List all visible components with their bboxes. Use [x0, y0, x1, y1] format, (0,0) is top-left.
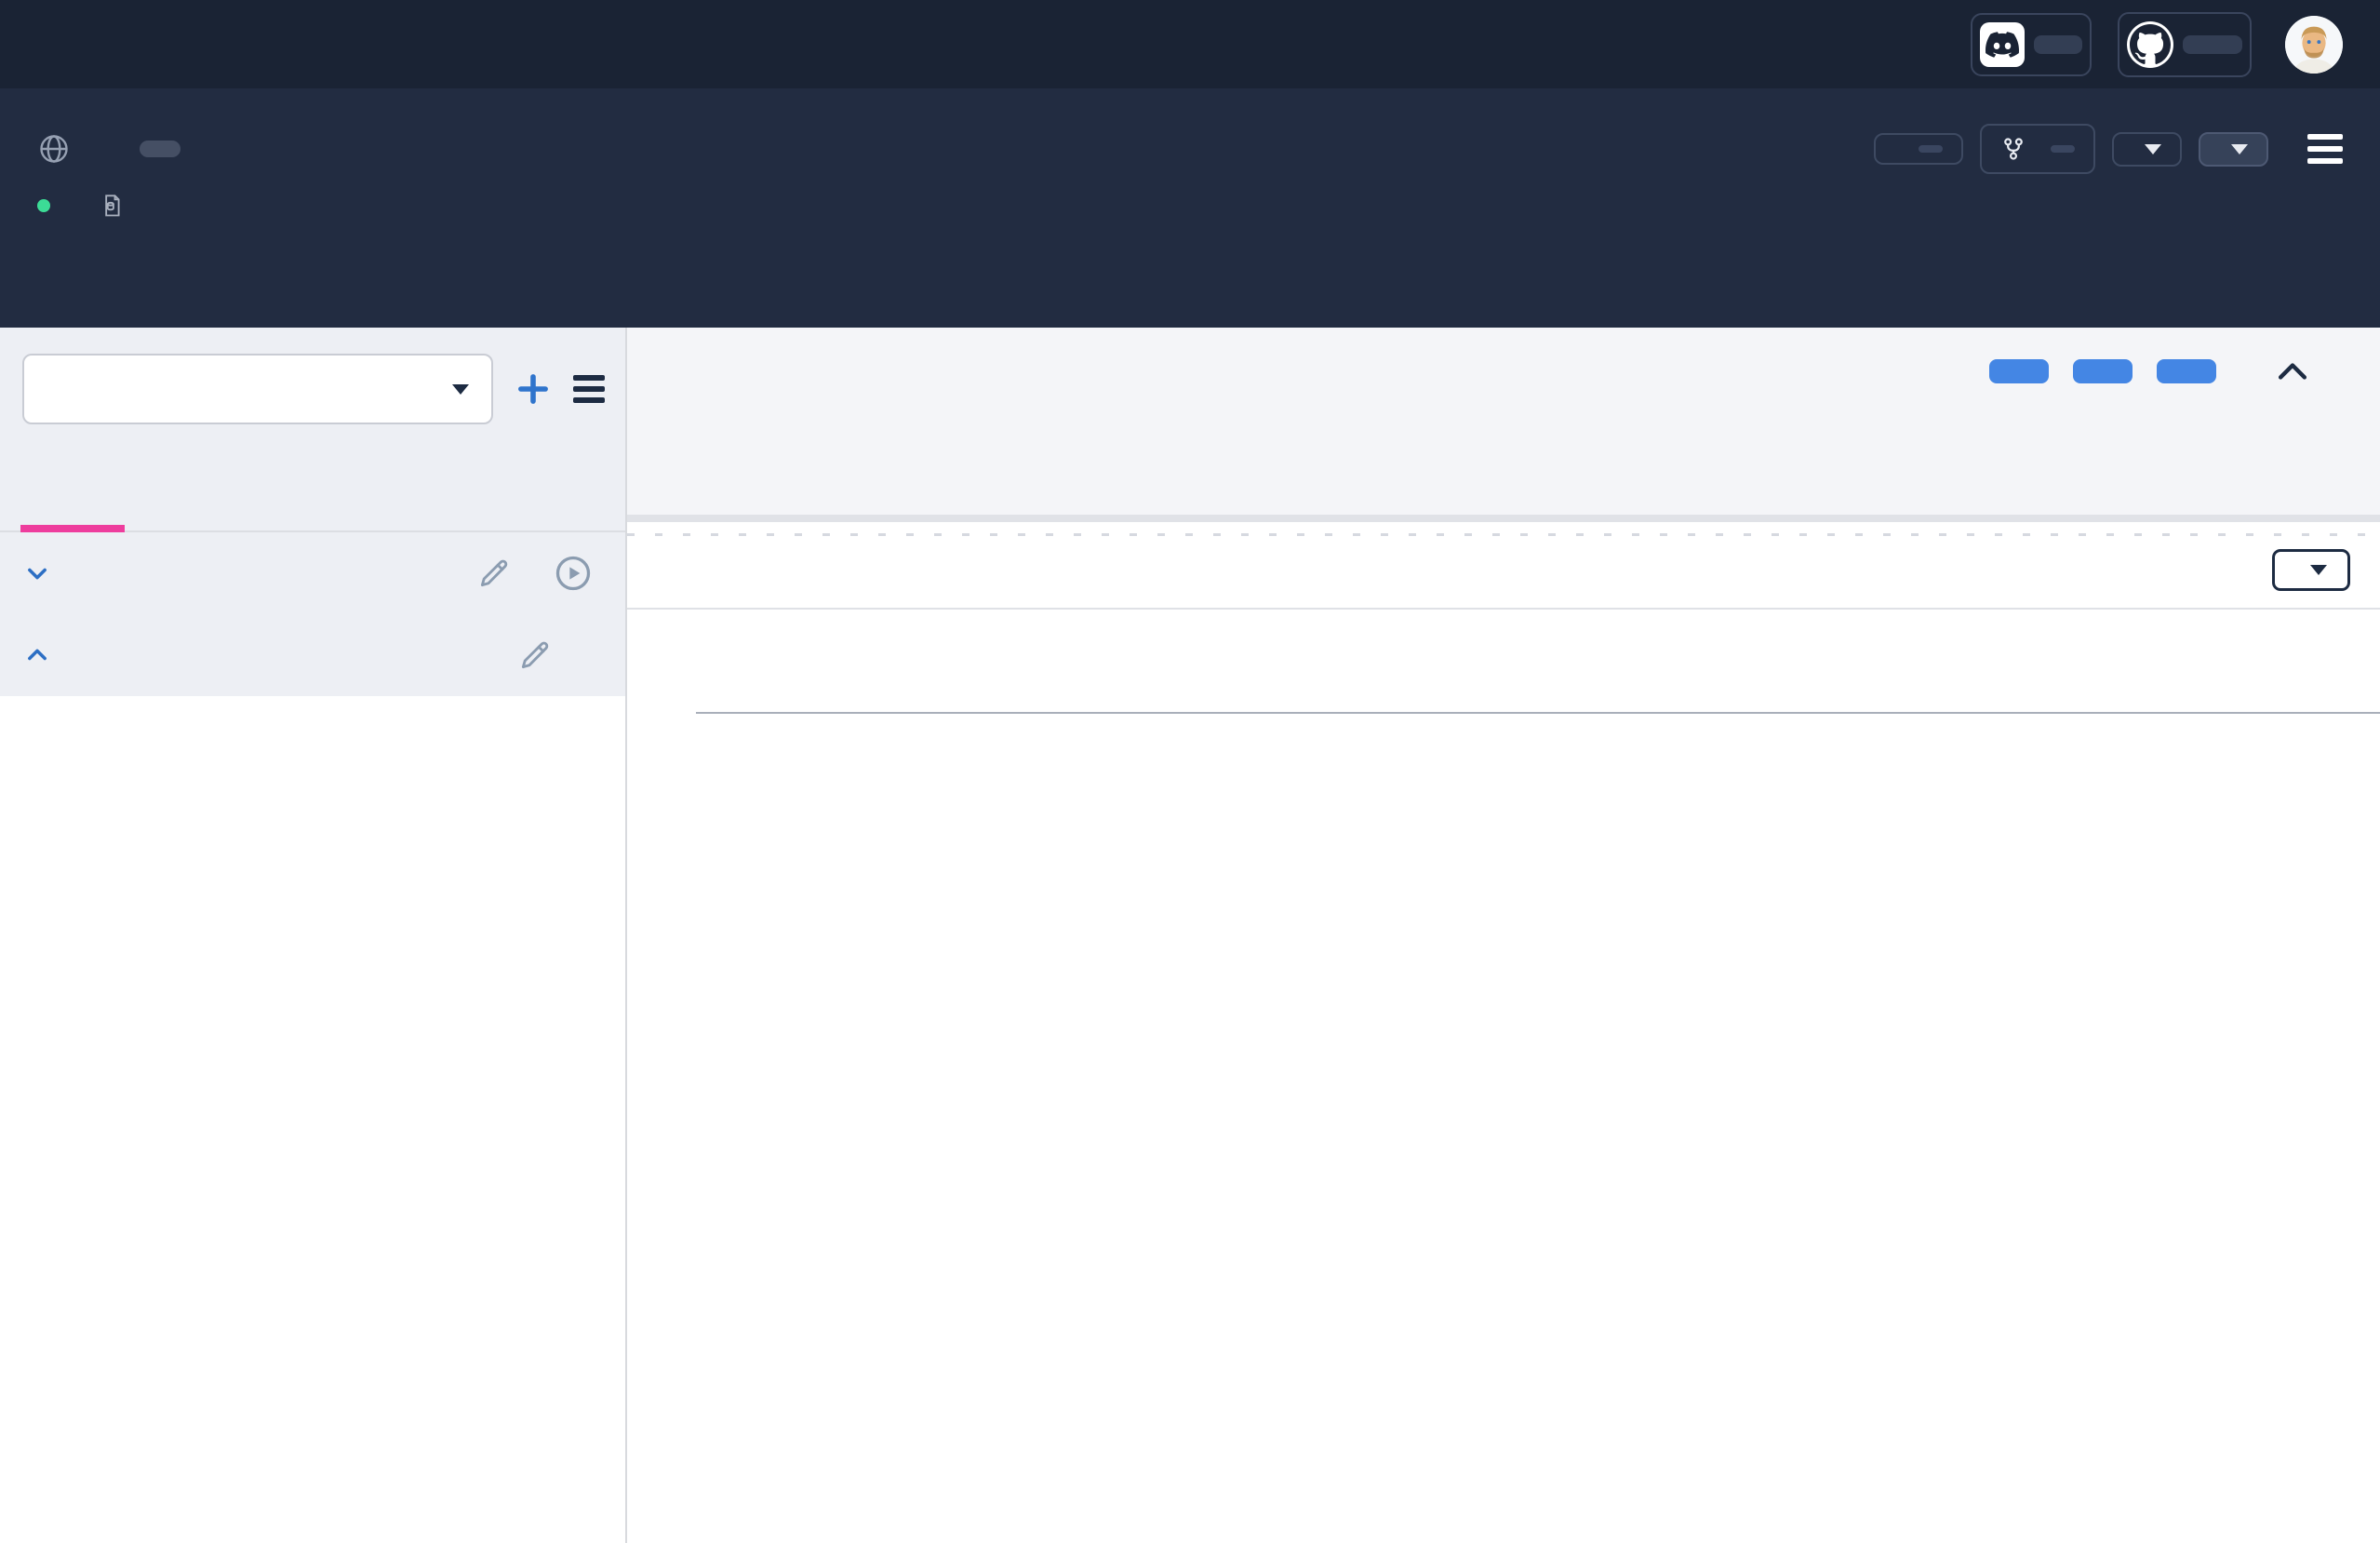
table-header-row	[696, 610, 2380, 714]
save-button[interactable]	[1989, 359, 2049, 383]
top-nav	[0, 0, 2380, 88]
discord-label	[2034, 35, 2082, 54]
sidebar-table-rate[interactable]	[0, 614, 625, 696]
discord-icon	[1980, 22, 2025, 67]
star-count	[1919, 145, 1943, 153]
status-dot	[37, 199, 50, 212]
copy-button[interactable]	[2157, 359, 2216, 383]
chevron-down-icon	[2145, 144, 2161, 154]
sidebar	[0, 328, 627, 1543]
admin-badge	[140, 141, 181, 157]
repo-menu-icon[interactable]	[2307, 134, 2343, 164]
star-button[interactable]	[1874, 133, 1963, 165]
fork-icon	[2000, 136, 2026, 162]
database-file-icon	[99, 193, 125, 219]
fork-count	[2051, 145, 2075, 153]
active-tab-underline	[20, 525, 125, 532]
fork-button[interactable]	[1980, 124, 2095, 174]
collapse-chevron-up-icon[interactable]	[2278, 363, 2307, 380]
discord-button[interactable]	[1971, 13, 2092, 76]
repo-tab-bar	[0, 266, 2380, 328]
chevron-down-icon	[2231, 144, 2248, 154]
branch-selector[interactable]	[22, 354, 493, 424]
sidebar-table-hospital[interactable]	[0, 532, 625, 614]
query-panel	[627, 328, 2380, 515]
sidebar-menu-icon[interactable]	[573, 375, 605, 403]
repo-header	[0, 88, 2380, 328]
schema-column-list	[0, 696, 625, 1543]
github-icon	[2127, 21, 2173, 68]
user-avatar[interactable]	[2285, 16, 2343, 74]
edit-pencil-icon[interactable]	[476, 556, 512, 591]
new-branch-button[interactable]	[514, 369, 553, 409]
globe-icon	[37, 132, 71, 166]
sidebar-tab-bar	[0, 449, 625, 532]
clone-button[interactable]	[2112, 132, 2182, 167]
options-button[interactable]	[2272, 549, 2350, 591]
edit-pencil-icon[interactable]	[517, 637, 553, 673]
main-panel	[627, 328, 2380, 1543]
page	[0, 0, 2380, 1543]
chevron-up-icon	[24, 642, 50, 668]
github-button[interactable]	[2118, 12, 2252, 77]
chevron-down-icon	[24, 560, 50, 586]
results-panel	[627, 515, 2380, 1543]
top-nav-right	[1971, 12, 2343, 77]
github-stars	[2183, 35, 2242, 54]
add-button[interactable]	[2199, 132, 2268, 167]
create-view-button[interactable]	[2073, 359, 2133, 383]
resize-handle[interactable]	[627, 533, 2380, 536]
chevron-down-icon	[2310, 565, 2327, 575]
results-table	[696, 610, 2380, 714]
play-circle-icon[interactable]	[553, 553, 594, 594]
chevron-down-icon	[452, 384, 469, 395]
